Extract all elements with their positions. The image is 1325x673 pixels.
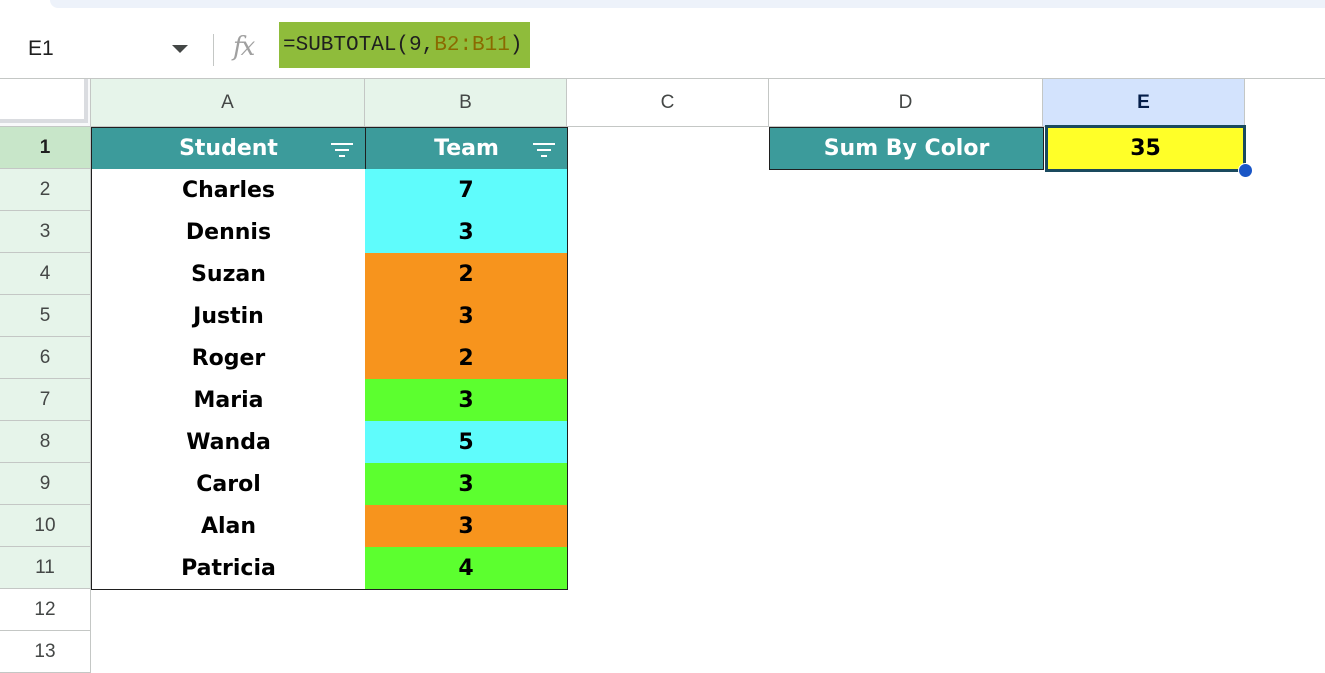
- top-strip: [0, 0, 1325, 22]
- row-header-4[interactable]: 4: [0, 253, 91, 295]
- team-cell[interactable]: 2: [365, 253, 568, 296]
- row-header-11[interactable]: 11: [0, 547, 91, 589]
- team-cell[interactable]: 3: [365, 463, 568, 506]
- column-header-c[interactable]: C: [567, 79, 769, 127]
- row-header-13[interactable]: 13: [0, 631, 91, 673]
- formula-bar-divider: [213, 34, 214, 66]
- team-cell[interactable]: 3: [365, 505, 568, 548]
- student-cell[interactable]: Wanda: [91, 421, 366, 464]
- student-header: Student: [179, 136, 278, 161]
- name-box[interactable]: E1: [28, 36, 54, 62]
- row-header-3[interactable]: 3: [0, 211, 91, 253]
- chevron-down-icon[interactable]: [172, 45, 188, 53]
- column-header-a[interactable]: A: [91, 79, 365, 127]
- team-cell[interactable]: 5: [365, 421, 568, 464]
- student-cell[interactable]: Alan: [91, 505, 366, 548]
- formula-suffix: ): [509, 34, 523, 57]
- student-cell[interactable]: Carol: [91, 463, 366, 506]
- column-header-d[interactable]: D: [769, 79, 1043, 127]
- student-cell[interactable]: Maria: [91, 379, 366, 422]
- cell-a1[interactable]: Student: [91, 127, 366, 170]
- team-cell[interactable]: 2: [365, 337, 568, 380]
- fill-handle[interactable]: [1238, 163, 1253, 178]
- row-header-5[interactable]: 5: [0, 295, 91, 337]
- row-header-2[interactable]: 2: [0, 169, 91, 211]
- student-cell[interactable]: Dennis: [91, 211, 366, 254]
- select-all-corner[interactable]: [0, 79, 91, 127]
- team-cell[interactable]: 3: [365, 295, 568, 338]
- row-header-9[interactable]: 9: [0, 463, 91, 505]
- student-cell[interactable]: Suzan: [91, 253, 366, 296]
- student-cell[interactable]: Justin: [91, 295, 366, 338]
- formula-bar: E1 fx =SUBTOTAL(9,B2:B11): [0, 22, 1325, 79]
- spreadsheet-grid[interactable]: A B C D E 1 2 3 4 5 6 7 8 9 10 11 12 13 …: [0, 79, 1325, 673]
- row-header-8[interactable]: 8: [0, 421, 91, 463]
- team-cell[interactable]: 4: [365, 547, 568, 590]
- formula-input[interactable]: =SUBTOTAL(9,B2:B11): [279, 22, 531, 68]
- student-cell[interactable]: Roger: [91, 337, 366, 380]
- team-header: Team: [434, 136, 499, 161]
- cell-d1[interactable]: Sum By Color: [769, 127, 1044, 170]
- column-header-e[interactable]: E: [1043, 79, 1245, 127]
- student-cell[interactable]: Charles: [91, 169, 366, 212]
- team-cell[interactable]: 3: [365, 211, 568, 254]
- row-header-7[interactable]: 7: [0, 379, 91, 421]
- team-cell[interactable]: 3: [365, 379, 568, 422]
- row-header-12[interactable]: 12: [0, 589, 91, 631]
- fx-icon: fx: [233, 32, 255, 62]
- formula-range-ref: B2:B11: [434, 34, 510, 57]
- student-cell[interactable]: Patricia: [91, 547, 366, 590]
- toolbar-edge: [50, 0, 1325, 8]
- formula-prefix: =SUBTOTAL(9,: [283, 34, 435, 57]
- filter-icon[interactable]: [533, 142, 555, 158]
- cell-b1[interactable]: Team: [365, 127, 568, 170]
- column-header-b[interactable]: B: [365, 79, 567, 127]
- cell-e1-selected[interactable]: 35: [1045, 125, 1246, 172]
- filter-icon[interactable]: [331, 142, 353, 158]
- row-header-10[interactable]: 10: [0, 505, 91, 547]
- row-header-1[interactable]: 1: [0, 127, 91, 169]
- row-header-6[interactable]: 6: [0, 337, 91, 379]
- team-cell[interactable]: 7: [365, 169, 568, 212]
